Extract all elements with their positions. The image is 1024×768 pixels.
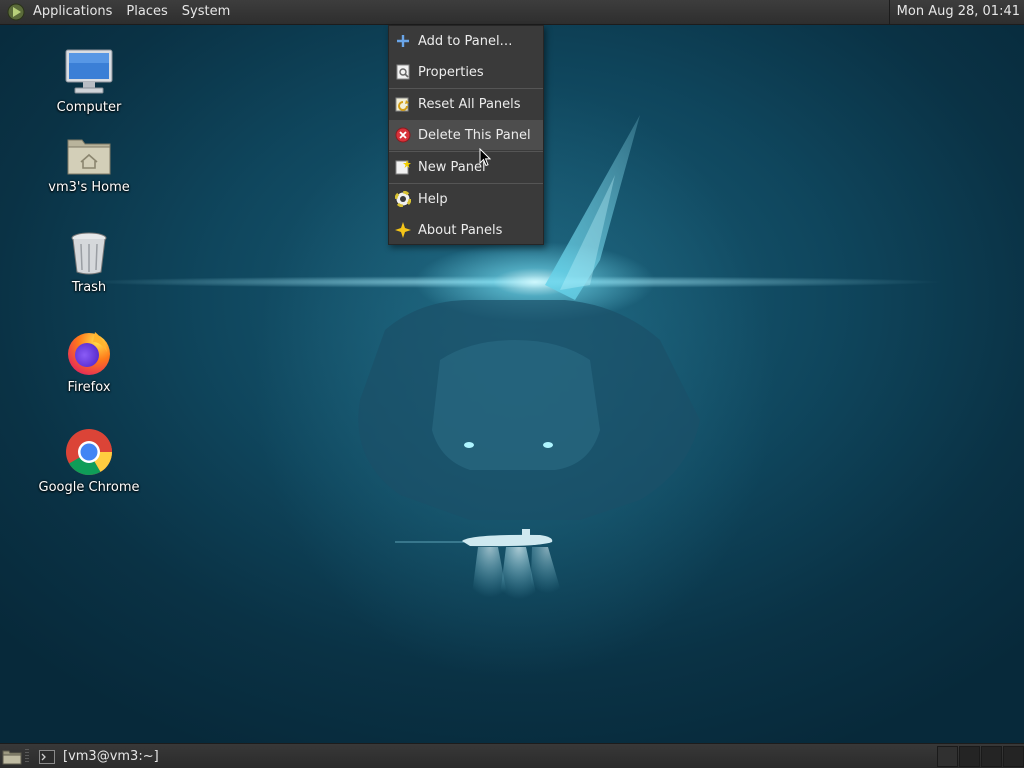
desktop-icon-computer[interactable]: Computer <box>29 44 149 115</box>
desktop-icon-firefox[interactable]: Firefox <box>29 324 149 395</box>
system-menu[interactable]: System <box>175 0 237 24</box>
panel-handle[interactable] <box>25 749 29 764</box>
workspace-1[interactable] <box>937 746 958 767</box>
trash-icon <box>63 224 115 276</box>
menu-item-add-to-panel[interactable]: Add to Panel… <box>389 26 543 56</box>
workspace-3[interactable] <box>981 746 1002 767</box>
workspace-4[interactable] <box>1003 746 1024 767</box>
help-icon <box>395 191 411 207</box>
taskbar-terminal-button[interactable]: [vm3@vm3:~] <box>34 745 270 768</box>
show-desktop-button[interactable] <box>2 748 22 765</box>
bottom-panel: [vm3@vm3:~] <box>0 743 1024 768</box>
desktop-icon-label: Computer <box>56 100 122 115</box>
mate-logo-icon[interactable] <box>5 1 27 23</box>
desktop-icon-trash[interactable]: Trash <box>29 224 149 295</box>
applications-menu[interactable]: Applications <box>27 0 119 24</box>
clock[interactable]: Mon Aug 28, 01:41 <box>888 0 1024 24</box>
home-folder-icon <box>63 124 115 176</box>
delete-icon <box>395 127 411 143</box>
reset-icon <box>395 96 411 112</box>
show-desktop-icon <box>2 750 22 765</box>
desktop-icon-chrome[interactable]: Google Chrome <box>29 424 149 495</box>
menu-item-help[interactable]: Help <box>389 184 543 214</box>
places-menu[interactable]: Places <box>119 0 174 24</box>
new-panel-icon <box>395 159 411 175</box>
about-icon <box>395 222 411 238</box>
desktop-icon-label: Google Chrome <box>38 480 140 495</box>
computer-icon <box>63 44 115 96</box>
plus-icon <box>395 33 411 49</box>
workspace-2[interactable] <box>959 746 980 767</box>
menu-item-about-panels[interactable]: About Panels <box>389 215 543 245</box>
menu-item-new-panel[interactable]: New Panel <box>389 152 543 182</box>
firefox-icon <box>63 324 115 376</box>
terminal-icon <box>39 749 55 764</box>
menu-item-properties[interactable]: Properties <box>389 57 543 87</box>
menu-item-reset-all-panels[interactable]: Reset All Panels <box>389 89 543 119</box>
chrome-icon <box>63 424 115 476</box>
desktop-icon-home[interactable]: vm3's Home <box>29 124 149 195</box>
top-panel: Applications Places System Mon Aug 28, 0… <box>0 0 1024 25</box>
desktop-icon-label: vm3's Home <box>48 180 130 195</box>
menu-item-delete-this-panel[interactable]: Delete This Panel <box>389 120 543 150</box>
mouse-pointer-icon <box>479 148 491 167</box>
desktop-icon-label: Trash <box>71 280 107 295</box>
panel-context-menu: Add to Panel… Properties Reset All Panel… <box>388 25 544 245</box>
properties-icon <box>395 64 411 80</box>
desktop-icon-label: Firefox <box>67 380 111 395</box>
